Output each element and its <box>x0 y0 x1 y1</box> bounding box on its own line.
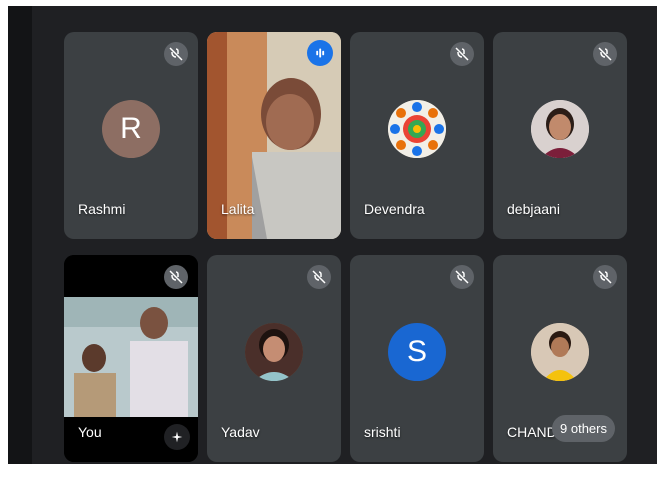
participant-name: Lalita <box>221 201 255 217</box>
meeting-stage: R Rashmi Lalita Devendra debjaani You Ya… <box>8 6 657 464</box>
mic-off-icon <box>307 265 331 289</box>
mic-off-icon <box>164 265 188 289</box>
participant-tile-srishti[interactable]: S srishti <box>350 255 484 462</box>
avatar <box>531 99 589 158</box>
participant-tile-rashmi[interactable]: R Rashmi <box>64 32 198 239</box>
profile-photo <box>245 322 303 381</box>
participant-name: You <box>78 424 102 440</box>
audio-level-icon <box>307 40 333 66</box>
participant-tile-debjaani[interactable]: debjaani <box>493 32 627 239</box>
profile-photo <box>531 322 589 381</box>
profile-photo <box>531 99 589 158</box>
participant-tile-yadav[interactable]: Yadav <box>207 255 341 462</box>
mandala-icon <box>388 99 446 158</box>
participant-tile-you[interactable]: You <box>64 255 198 462</box>
avatar-initial: R <box>120 111 142 145</box>
mic-off-icon <box>450 265 474 289</box>
participant-name: debjaani <box>507 201 560 217</box>
participant-name: CHAND <box>507 424 557 440</box>
avatar-initial: S <box>406 334 427 368</box>
participant-tile-lalita[interactable]: Lalita <box>207 32 341 239</box>
mic-off-icon <box>450 42 474 66</box>
participant-tile-devendra[interactable]: Devendra <box>350 32 484 239</box>
sparkle-icon[interactable] <box>164 424 190 450</box>
participant-name: Yadav <box>221 424 260 440</box>
mic-off-icon <box>164 42 188 66</box>
others-chip[interactable]: 9 others <box>552 415 615 442</box>
avatar: S <box>388 322 446 381</box>
mic-off-icon <box>593 42 617 66</box>
participant-name: srishti <box>364 424 401 440</box>
avatar: R <box>102 99 160 158</box>
participant-name: Devendra <box>364 201 425 217</box>
participant-tile-chand[interactable]: CHAND 9 others <box>493 255 627 462</box>
mic-off-icon <box>593 265 617 289</box>
avatar <box>531 322 589 381</box>
avatar <box>388 99 446 158</box>
participant-name: Rashmi <box>78 201 126 217</box>
left-edge <box>8 6 32 464</box>
avatar <box>245 322 303 381</box>
